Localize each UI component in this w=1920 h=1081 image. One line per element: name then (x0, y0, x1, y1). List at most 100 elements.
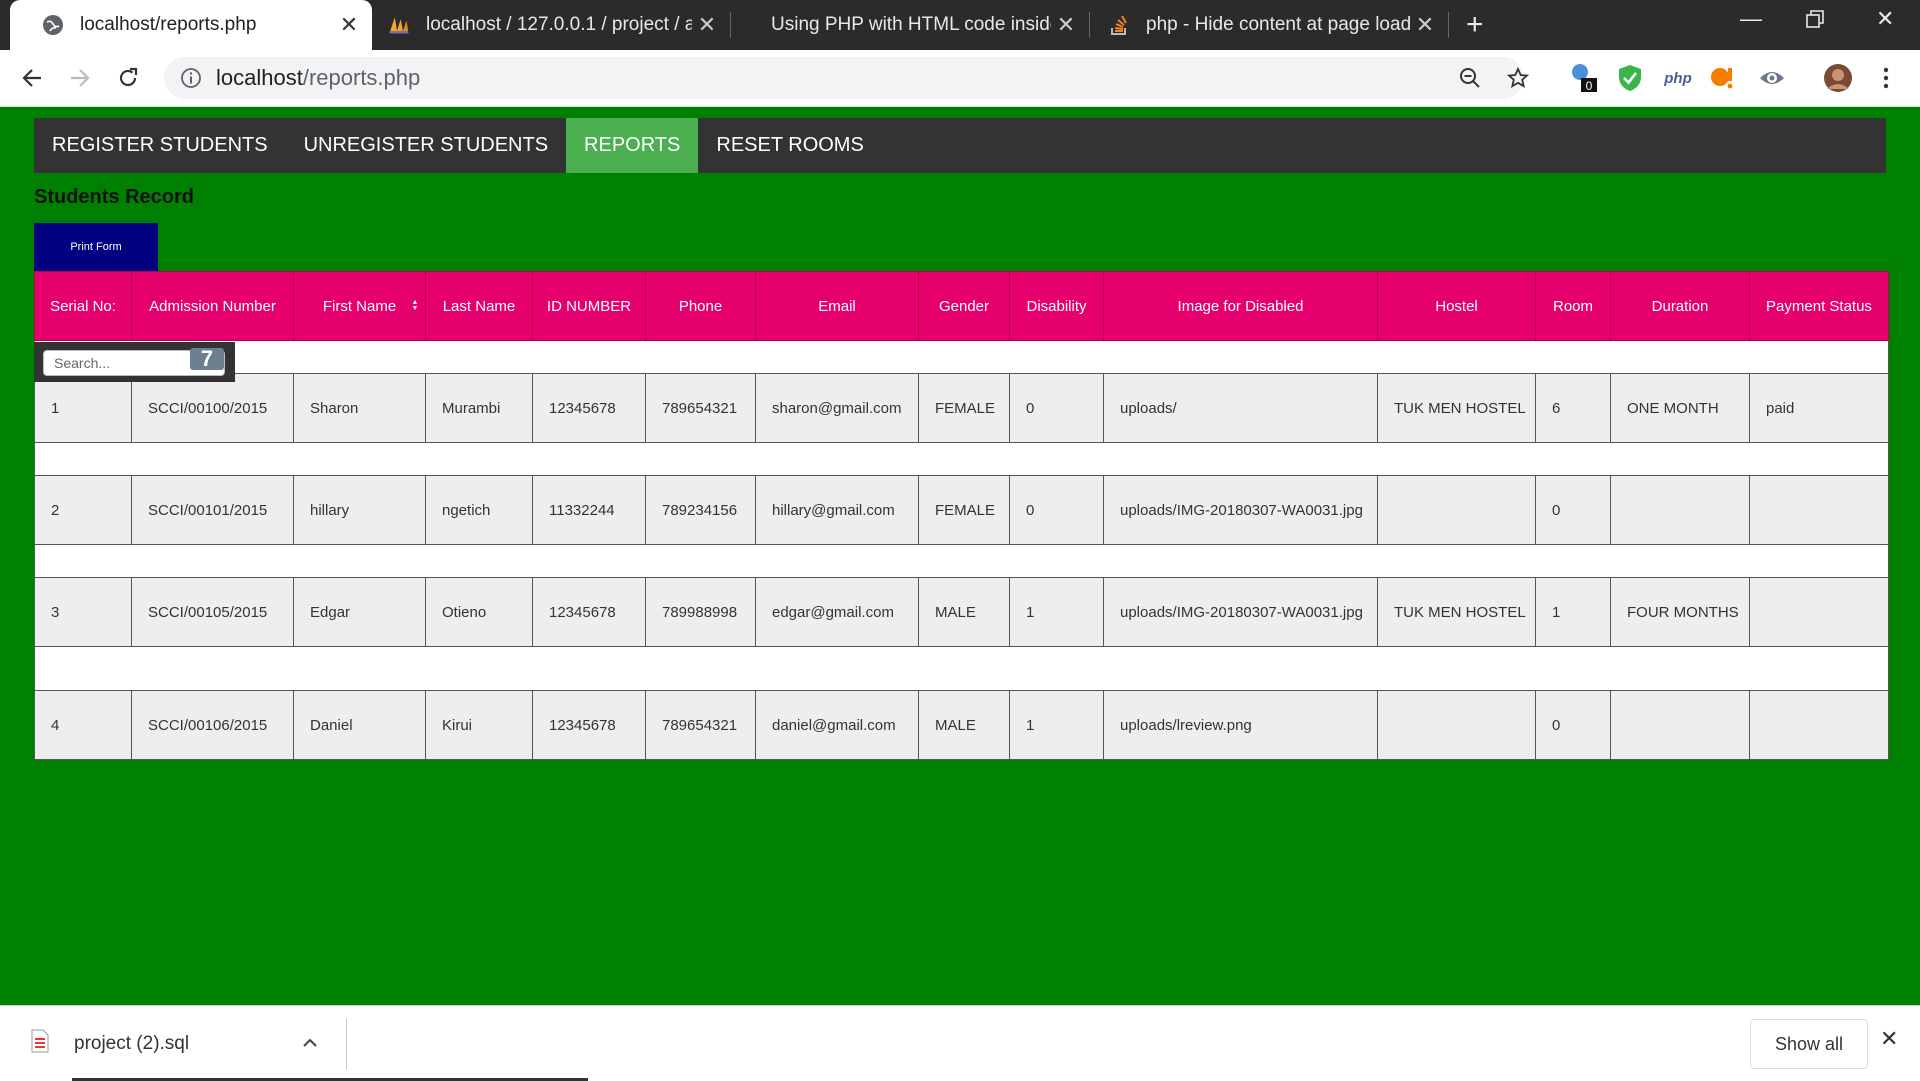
column-header[interactable]: Gender (918, 271, 1010, 341)
file-icon (30, 1029, 50, 1058)
menu-reset-rooms[interactable]: RESET ROOMS (698, 118, 881, 173)
table-cell: TUK MEN HOSTEL (1377, 577, 1536, 647)
table-cell: SCCI/00105/2015 (131, 577, 294, 647)
menu-reports[interactable]: REPORTS (566, 118, 699, 173)
tab-stackoverflow[interactable]: php - Hide content at page load ✕ (1090, 0, 1448, 50)
avatar[interactable] (1822, 62, 1854, 94)
table-cell: paid (1749, 373, 1889, 443)
table-cell: 789234156 (645, 475, 756, 545)
extension-badge-icon[interactable]: 0 (1568, 62, 1600, 94)
table-row[interactable]: 3 SCCI/00105/2015 Edgar Otieno 12345678 78998… (34, 577, 1889, 647)
table-row[interactable]: 1 SCCI/00100/2015 Sharon Murambi 12345678 789… (34, 373, 1889, 443)
forward-icon[interactable] (62, 60, 98, 96)
column-header[interactable]: Serial No: (34, 271, 132, 341)
column-header[interactable]: Disability (1009, 271, 1104, 341)
column-header[interactable]: First Name ▲ ▼ (293, 271, 426, 341)
table-cell (1610, 475, 1750, 545)
download-item[interactable]: project (2).sql (0, 1006, 346, 1081)
zoom-out-icon[interactable] (1452, 60, 1488, 96)
column-header[interactable]: Hostel (1377, 271, 1536, 341)
address-bar[interactable]: localhost/reports.php (164, 57, 1524, 99)
tab-reports[interactable]: localhost/reports.php ✕ (10, 0, 372, 50)
menu-register-students[interactable]: REGISTER STUDENTS (34, 118, 286, 173)
globe-icon (42, 14, 64, 36)
download-filename: project (2).sql (74, 1032, 190, 1054)
eye-extension-icon[interactable] (1756, 62, 1788, 94)
table-cell: MALE (918, 577, 1010, 647)
new-tab-icon[interactable]: + (1466, 8, 1484, 42)
table-cell: sharon@gmail.com (755, 373, 919, 443)
back-icon[interactable] (14, 60, 50, 96)
column-header[interactable]: ID NUMBER (532, 271, 646, 341)
table-cell: uploads/ (1103, 373, 1378, 443)
table-cell: 2 (34, 475, 132, 545)
spacer-cell (34, 544, 1889, 578)
column-header[interactable]: Payment Status (1749, 271, 1889, 341)
table-row[interactable]: 2 SCCI/00101/2015 hillary ngetich 11332244 78… (34, 475, 1889, 545)
column-header[interactable]: Duration (1610, 271, 1750, 341)
search-count-badge: 7 (190, 346, 224, 371)
tab-phpmyadmin[interactable]: localhost / 127.0.0.1 / project / ad ✕ (372, 0, 730, 50)
column-header[interactable]: Email (755, 271, 919, 341)
table-cell: 1 (1535, 577, 1611, 647)
table-cell: 1 (1009, 690, 1104, 760)
table-cell: 12345678 (532, 690, 646, 760)
chevron-up-icon[interactable] (302, 1035, 318, 1053)
sort-icon[interactable]: ▲ ▼ (411, 299, 419, 312)
table-cell: 0 (1535, 475, 1611, 545)
table-cell: 12345678 (532, 577, 646, 647)
table-cell: 0 (1009, 475, 1104, 545)
print-form-button[interactable]: Print Form (34, 223, 158, 271)
table-cell: 12345678 (532, 373, 646, 443)
column-header[interactable]: Phone (645, 271, 756, 341)
table-cell: SCCI/00106/2015 (131, 690, 294, 760)
browser-menu-icon[interactable] (1870, 62, 1902, 94)
table-cell: 0 (1009, 373, 1104, 443)
table-cell: TUK MEN HOSTEL (1377, 373, 1536, 443)
reload-icon[interactable] (110, 60, 146, 96)
spacer-cell (34, 340, 1889, 374)
table-cell: 789988998 (645, 577, 756, 647)
table-row[interactable]: 4 SCCI/00106/2015 Daniel Kirui 12345678 78965… (34, 690, 1889, 760)
minimize-icon[interactable]: — (1740, 6, 1762, 32)
shield-check-icon[interactable] (1614, 62, 1646, 94)
column-header[interactable]: Last Name (425, 271, 533, 341)
alert-extension-icon[interactable] (1708, 62, 1740, 94)
restore-icon[interactable] (1806, 8, 1824, 34)
spacer-cell (34, 442, 1889, 476)
bookmark-star-icon[interactable] (1500, 60, 1536, 96)
menu-unregister-students[interactable]: UNREGISTER STUDENTS (286, 118, 566, 173)
close-tab-icon[interactable]: ✕ (334, 12, 364, 38)
table-cell: FEMALE (918, 373, 1010, 443)
browser-toolbar: localhost/reports.php 0 php (0, 50, 1920, 107)
close-window-icon[interactable]: ✕ (1876, 6, 1894, 32)
php-extension-icon[interactable]: php (1660, 62, 1696, 94)
show-all-button[interactable]: Show all (1750, 1019, 1868, 1069)
table-cell: SCCI/00100/2015 (131, 373, 294, 443)
tab-title: localhost/reports.php (80, 14, 257, 35)
tab-title: php - Hide content at page load (1146, 14, 1410, 35)
table-cell: daniel@gmail.com (755, 690, 919, 760)
close-tab-icon[interactable]: ✕ (1051, 12, 1081, 38)
column-header[interactable]: Room (1535, 271, 1611, 341)
spacer-cell (34, 646, 1889, 691)
info-icon[interactable] (180, 67, 202, 89)
table-cell: ONE MONTH (1610, 373, 1750, 443)
table-cell (1377, 475, 1536, 545)
table-cell: uploads/IMG-20180307-WA0031.jpg (1103, 475, 1378, 545)
table-cell: hillary (293, 475, 426, 545)
table-cell: FEMALE (918, 475, 1010, 545)
close-tab-icon[interactable]: ✕ (1410, 12, 1440, 38)
table-cell: 4 (34, 690, 132, 760)
table-cell (1610, 690, 1750, 760)
table-cell: 1 (34, 373, 132, 443)
phpmyadmin-icon (388, 14, 410, 36)
table-cell (1377, 690, 1536, 760)
tab-using-php[interactable]: Using PHP with HTML code inside ✕ (731, 0, 1089, 50)
column-header[interactable]: Image for Disabled (1103, 271, 1378, 341)
download-separator (346, 1018, 347, 1070)
table-cell (1749, 475, 1889, 545)
close-icon[interactable]: ✕ (1880, 1026, 1898, 1052)
close-tab-icon[interactable]: ✕ (692, 12, 722, 38)
column-header[interactable]: Admission Number (131, 271, 294, 341)
